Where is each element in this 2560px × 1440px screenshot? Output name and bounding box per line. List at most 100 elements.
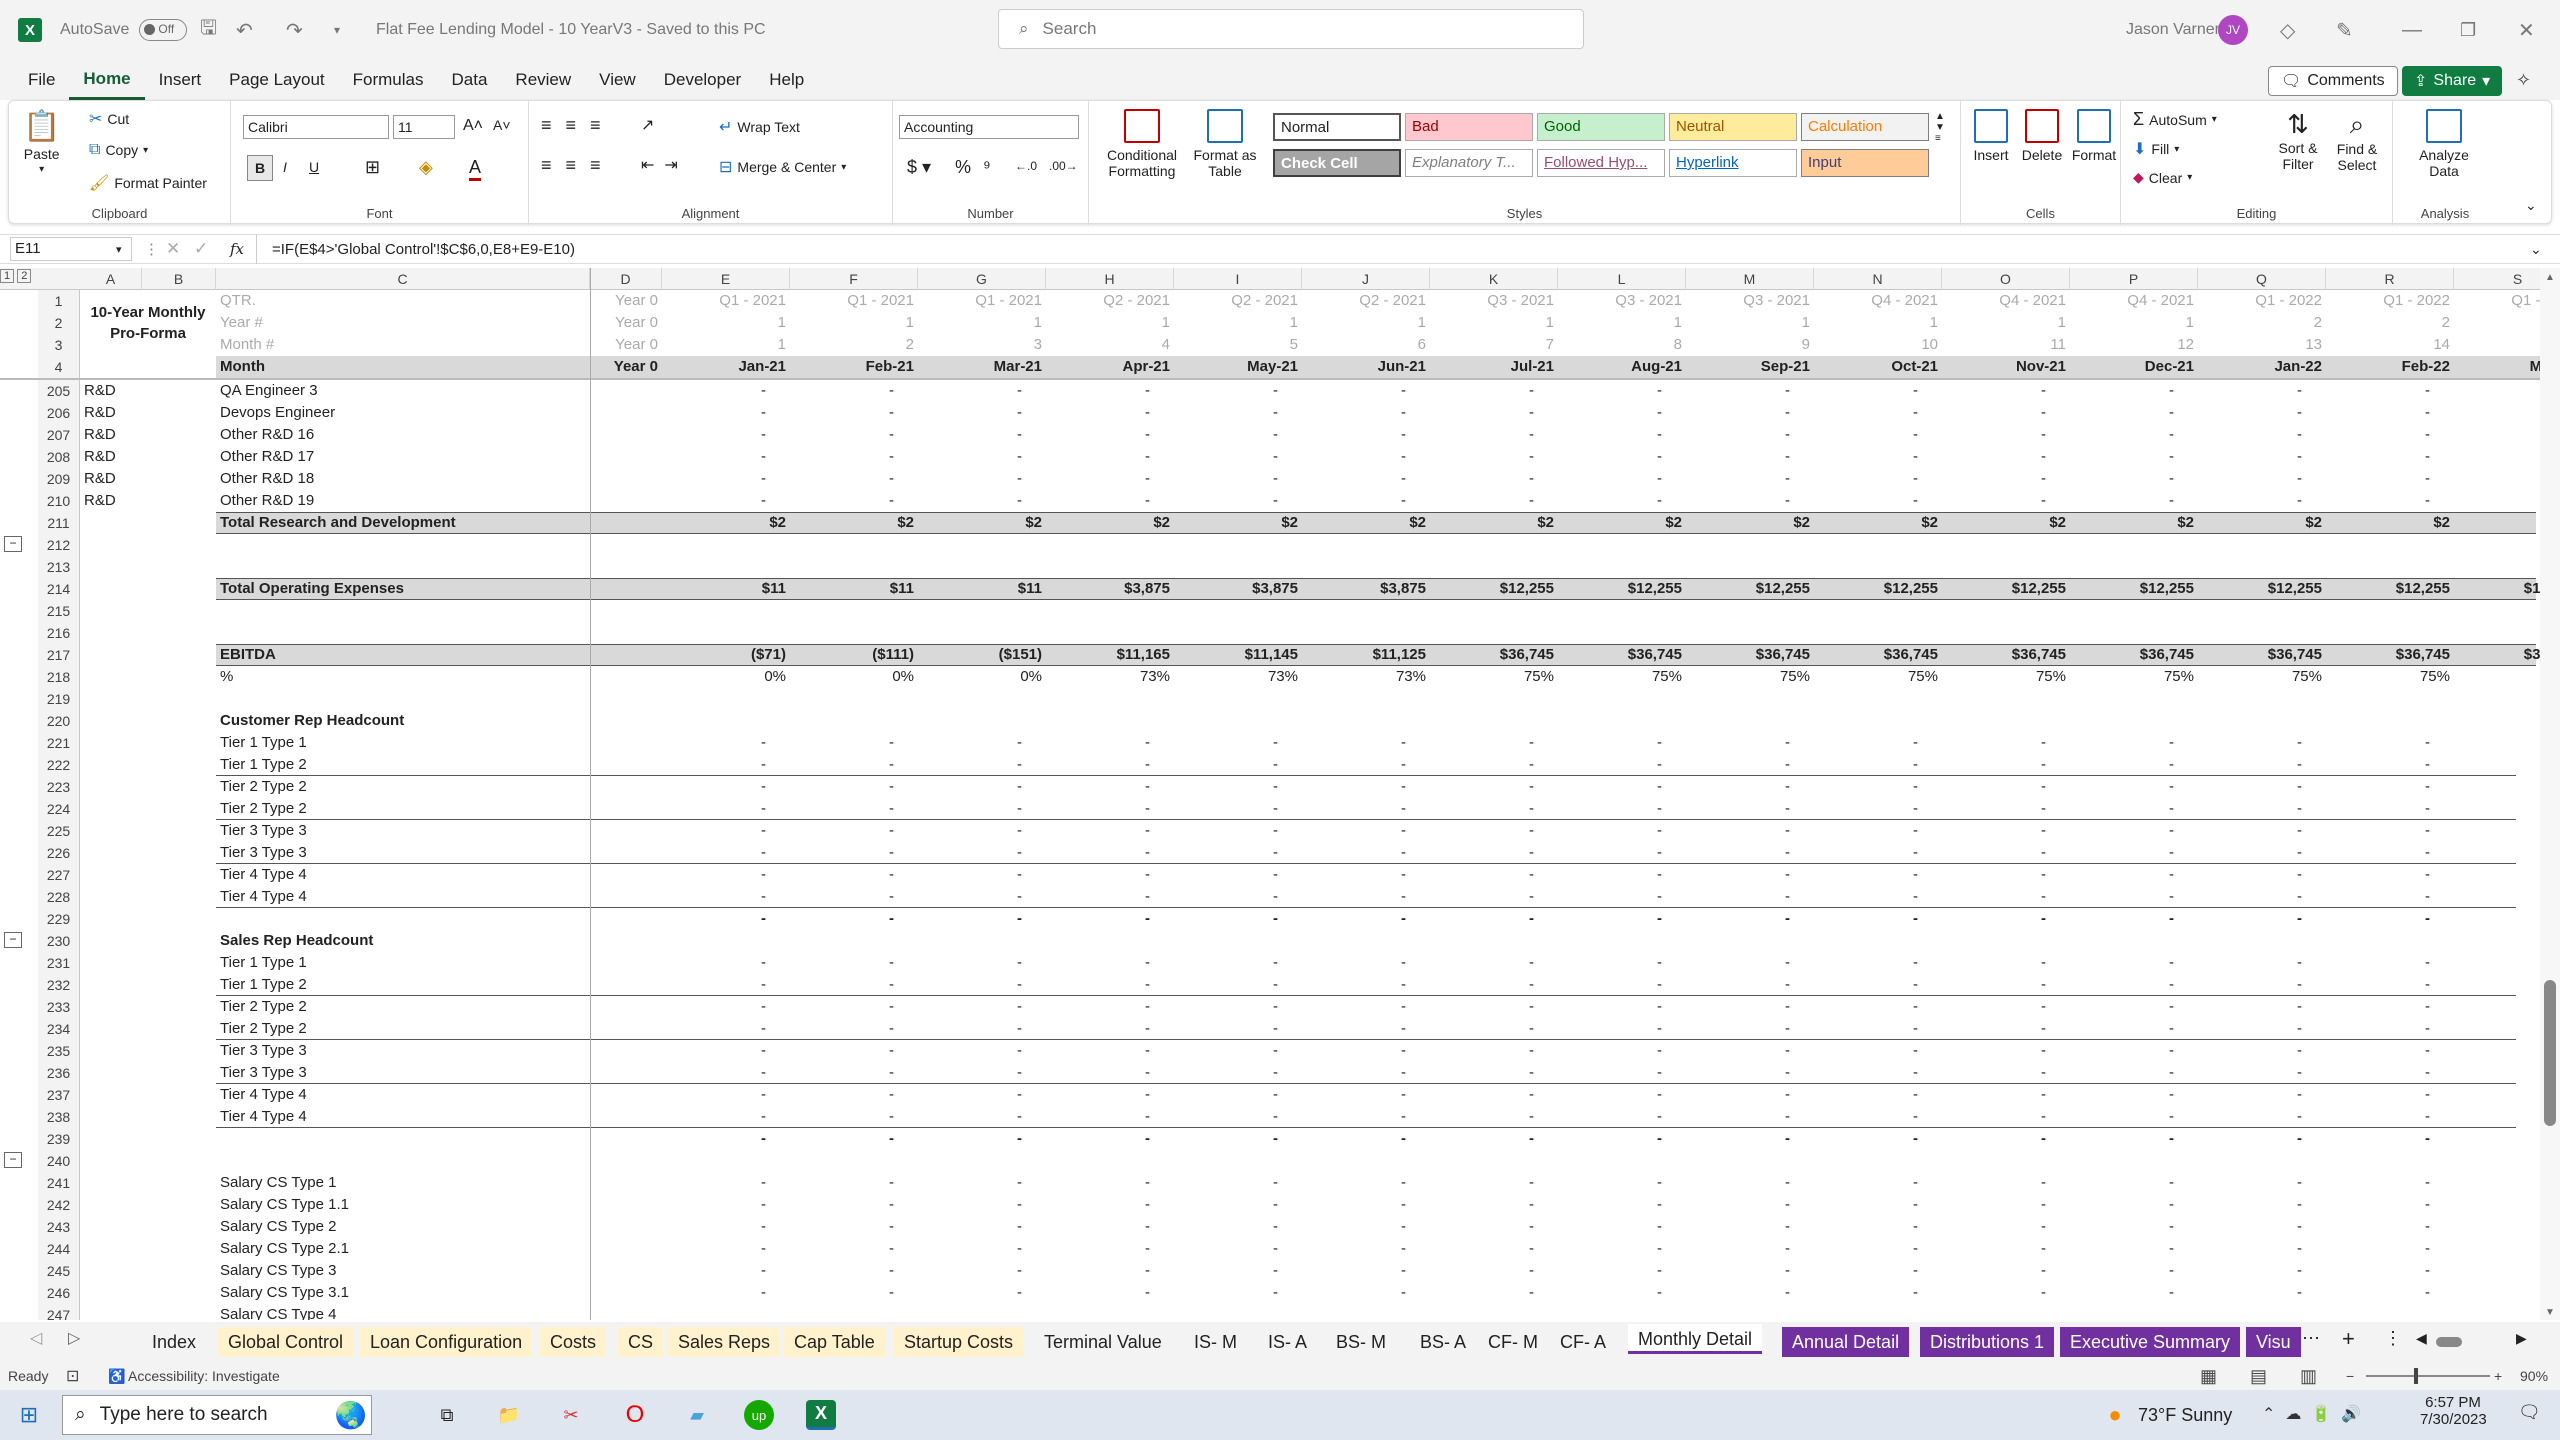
data-cell[interactable]: - — [790, 380, 918, 402]
data-cell[interactable]: - — [918, 1260, 1046, 1282]
row-number[interactable]: 217 — [38, 644, 80, 666]
menu-tab-insert[interactable]: Insert — [145, 60, 216, 100]
data-cell[interactable]: - — [1302, 732, 1430, 754]
column-header-Q[interactable]: Q — [2198, 268, 2326, 290]
data-cell[interactable]: - — [2070, 1216, 2198, 1238]
outline-collapse-icon[interactable]: − — [4, 1152, 22, 1168]
data-cell[interactable]: - — [662, 842, 790, 864]
row-number[interactable]: 209 — [38, 468, 80, 490]
column-header-C[interactable]: C — [216, 268, 590, 290]
data-cell[interactable]: - — [2326, 1216, 2454, 1238]
data-cell[interactable]: - — [1558, 424, 1686, 446]
data-cell[interactable]: - — [1942, 1018, 2070, 1040]
data-cell[interactable]: - — [1686, 886, 1814, 908]
data-cell[interactable]: $12,255 — [1942, 578, 2070, 600]
data-cell[interactable]: - — [1302, 468, 1430, 490]
data-cell[interactable]: - — [1174, 864, 1302, 886]
data-cell[interactable]: - — [1302, 996, 1430, 1018]
row-number[interactable]: 247 — [38, 1304, 80, 1320]
taskbar-search[interactable]: ⌕ Type here to search — [62, 1395, 372, 1435]
row-number[interactable]: 225 — [38, 820, 80, 842]
row-number[interactable]: 233 — [38, 996, 80, 1018]
data-cell[interactable]: - — [2198, 732, 2326, 754]
scroll-thumb[interactable] — [2544, 980, 2556, 1126]
vertical-align-icons[interactable]: ≡≡≡ — [541, 115, 615, 136]
data-cell[interactable]: - — [1814, 908, 1942, 930]
data-cell[interactable]: - — [1558, 754, 1686, 776]
data-cell[interactable]: - — [918, 798, 1046, 820]
data-cell[interactable]: - — [1046, 1238, 1174, 1260]
data-cell[interactable]: - — [1302, 754, 1430, 776]
row-number[interactable]: 2 — [38, 312, 80, 334]
data-cell[interactable]: $11,125 — [1302, 644, 1430, 666]
data-cell[interactable]: 75% — [1558, 666, 1686, 688]
data-cell[interactable]: - — [662, 402, 790, 424]
column-header-R[interactable]: R — [2326, 268, 2454, 290]
data-cell[interactable]: - — [2326, 1062, 2454, 1084]
data-cell[interactable]: - — [1174, 1106, 1302, 1128]
row-number[interactable]: 229 — [38, 908, 80, 930]
macro-record-icon[interactable]: ⊡ — [66, 1366, 79, 1386]
data-cell[interactable]: $2 — [2070, 512, 2198, 534]
delete-cells-button[interactable]: Delete — [2017, 109, 2067, 163]
data-cell[interactable]: - — [918, 1084, 1046, 1106]
data-cell[interactable]: Q2 - 2021 — [1046, 290, 1174, 312]
data-cell[interactable]: - — [1046, 490, 1174, 512]
data-cell[interactable]: - — [2198, 424, 2326, 446]
data-cell[interactable]: 73% — [1174, 666, 1302, 688]
data-cell[interactable]: - — [1302, 842, 1430, 864]
data-cell[interactable]: - — [1942, 1194, 2070, 1216]
sort-filter-button[interactable]: ⇅ Sort & Filter — [2271, 109, 2325, 172]
data-cell[interactable]: - — [2070, 1128, 2198, 1150]
data-cell[interactable]: - — [1302, 446, 1430, 468]
data-cell[interactable]: $36,745 — [1686, 644, 1814, 666]
font-size-select[interactable]: 11 — [393, 115, 455, 139]
more-sheets-icon[interactable]: ⋯ — [2302, 1328, 2320, 1349]
data-cell[interactable]: - — [1814, 1106, 1942, 1128]
prev-sheet-icon[interactable]: ◁ — [30, 1328, 42, 1348]
row-number[interactable]: 223 — [38, 776, 80, 798]
row-number[interactable]: 212 — [38, 534, 80, 556]
data-cell[interactable]: - — [1686, 1282, 1814, 1304]
outline-level-buttons[interactable]: 1 2 — [0, 269, 38, 283]
data-cell[interactable]: - — [2198, 996, 2326, 1018]
row-number[interactable]: 239 — [38, 1128, 80, 1150]
currency-icon[interactable]: $ ▾ — [907, 157, 931, 178]
data-cell[interactable]: - — [1302, 1238, 1430, 1260]
data-cell[interactable]: - — [1430, 776, 1558, 798]
data-cell[interactable]: - — [662, 1106, 790, 1128]
sheet-tab-visu[interactable]: Visu — [2246, 1327, 2301, 1357]
data-cell[interactable]: - — [662, 1216, 790, 1238]
data-cell[interactable]: Q3 - 2021 — [1686, 290, 1814, 312]
data-cell[interactable]: - — [1046, 1128, 1174, 1150]
menu-tab-home[interactable]: Home — [69, 60, 145, 100]
data-cell[interactable]: - — [1174, 402, 1302, 424]
data-cell[interactable]: - — [1046, 754, 1174, 776]
data-cell[interactable]: - — [1942, 1040, 2070, 1062]
data-cell[interactable]: - — [1174, 1238, 1302, 1260]
next-sheet-icon[interactable]: ▷ — [68, 1328, 80, 1348]
menu-tab-formulas[interactable]: Formulas — [339, 60, 438, 100]
data-cell[interactable]: - — [1814, 1260, 1942, 1282]
data-cell[interactable]: - — [1558, 468, 1686, 490]
data-cell[interactable]: Feb-22 — [2326, 356, 2454, 378]
data-cell[interactable]: - — [790, 864, 918, 886]
data-cell[interactable]: - — [2198, 908, 2326, 930]
data-cell[interactable]: ($71) — [662, 644, 790, 666]
data-cell[interactable]: - — [1046, 776, 1174, 798]
data-cell[interactable]: - — [1686, 754, 1814, 776]
row-number[interactable]: 227 — [38, 864, 80, 886]
data-cell[interactable]: 2 — [790, 334, 918, 356]
data-cell[interactable]: - — [662, 754, 790, 776]
data-cell[interactable]: - — [1942, 424, 2070, 446]
data-cell[interactable]: - — [2070, 1194, 2198, 1216]
data-cell[interactable]: - — [918, 864, 1046, 886]
data-cell[interactable]: - — [1302, 864, 1430, 886]
data-cell[interactable]: - — [1558, 952, 1686, 974]
data-cell[interactable]: $11,145 — [1174, 644, 1302, 666]
data-cell[interactable]: - — [1430, 886, 1558, 908]
data-cell[interactable]: - — [2326, 974, 2454, 996]
data-cell[interactable]: - — [1302, 820, 1430, 842]
row-number[interactable]: 246 — [38, 1282, 80, 1304]
chevron-down-icon[interactable]: ▾ — [116, 243, 122, 256]
